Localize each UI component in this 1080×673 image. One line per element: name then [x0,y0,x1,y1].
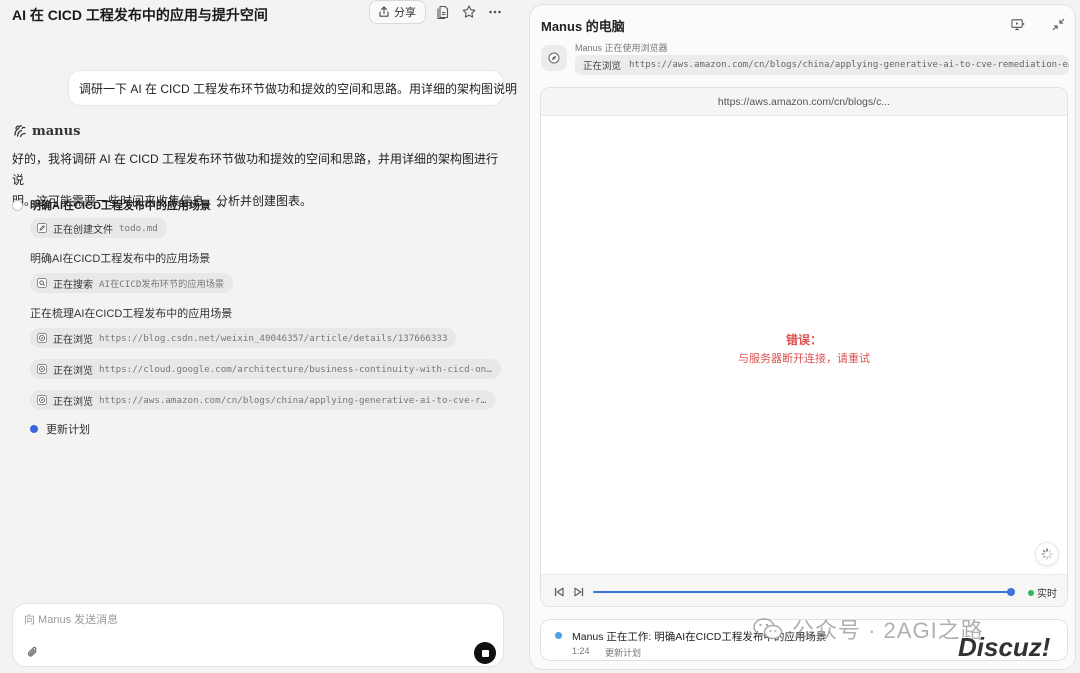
skip-forward-icon[interactable] [573,586,585,598]
playback-controls: 实时 [541,574,1067,606]
compass-icon [37,364,47,374]
star-icon[interactable] [461,4,477,20]
skip-back-icon[interactable] [553,586,565,598]
task-step-header[interactable]: 明确AI在CICD工程发布中的应用场景 [12,198,226,212]
playback-progress [593,591,1011,593]
chip-detail: AI在CICD发布环节的应用场景 [99,279,225,290]
conversation-title: AI 在 CICD 工程发布中的应用与提升空间 [12,7,268,23]
manus-logo-icon [14,125,26,138]
stop-button[interactable] [474,642,496,664]
tool-chip-create-file[interactable]: 正在创建文件 todo.md [30,218,167,238]
live-label: 实时 [1037,589,1057,600]
error-title: 错误： [785,333,822,347]
compass-icon [37,333,47,343]
wechat-watermark: 公众号 · 2AGI之路 [752,613,984,645]
status-time: 1:24 [572,646,590,656]
loading-spinner-icon [1041,548,1053,560]
status-step: 更新计划 [605,648,642,658]
computer-panel: Manus 的电脑 Manus 正在使用浏览器 正在浏览 https://aws… [529,4,1076,670]
chip-action: 正在浏览 [53,365,93,377]
address-bar[interactable]: https://aws.amazon.com/cn/blogs/c... [541,88,1067,116]
browser-badge [541,45,567,71]
share-icon [379,6,389,17]
wechat-watermark-text: 公众号 · 2AGI之路 [792,618,984,643]
chevron-up-icon[interactable] [217,201,226,210]
chat-panel: AI 在 CICD 工程发布中的应用与提升空间 分享 调研一下 AI 在 CIC… [0,0,520,673]
brand-name: manus [32,123,81,139]
share-button[interactable]: 分享 [369,0,426,24]
live-dot [1028,589,1034,596]
status-dot [555,632,562,639]
user-message: 调研一下 AI 在 CICD 工程发布环节做功和提效的空间和思路。用详细的架构图… [68,70,517,106]
browser-usage-label: Manus 正在使用浏览器 [575,43,668,53]
browsing-status: 正在浏览 https://aws.amazon.com/cn/blogs/chi… [575,55,1069,75]
screen-icon[interactable] [1010,17,1025,32]
discuz-watermark: Discuz! [958,632,1051,662]
live-indicator[interactable]: 实时 [1028,585,1057,600]
browser-viewer: https://aws.amazon.com/cn/blogs/c... 错误：… [540,87,1068,607]
message-input[interactable] [24,614,484,626]
step-title: 明确AI在CICD工程发布中的应用场景 [30,200,211,212]
tool-chip-browse[interactable]: 正在浏览 https://cloud.google.com/architectu… [30,359,501,379]
chip-detail: https://blog.csdn.net/weixin_40046357/ar… [99,332,448,344]
chip-detail: todo.md [119,222,158,234]
share-label: 分享 [394,7,416,19]
chip-detail: https://cloud.google.com/architecture/bu… [99,363,492,375]
active-dot [30,425,38,433]
file-edit-icon [37,223,47,233]
more-icon[interactable] [487,4,503,20]
computer-panel-title: Manus 的电脑 [541,19,625,34]
wechat-icon [753,618,783,640]
assistant-brand: manus [12,123,80,139]
browsing-action: 正在浏览 [583,61,622,72]
update-plan-item: 更新计划 [30,421,90,437]
tool-chip-browse[interactable]: 正在浏览 https://blog.csdn.net/weixin_400463… [30,328,457,348]
tool-chip-search[interactable]: 正在搜索 AI在CICD发布环节的应用场景 [30,273,234,293]
tool-chip-browse[interactable]: 正在浏览 https://aws.amazon.com/cn/blogs/chi… [30,390,496,410]
step-note: 正在梳理AI在CICD工程发布中的应用场景 [30,308,233,320]
browsing-url: https://aws.amazon.com/cn/blogs/china/ap… [629,60,1069,70]
paperclip-icon[interactable] [25,644,41,660]
chip-action: 正在浏览 [53,334,93,346]
chip-detail: https://aws.amazon.com/cn/blogs/china/ap… [99,394,487,406]
step-note: 明确AI在CICD工程发布中的应用场景 [30,253,211,265]
search-icon [37,278,47,288]
error-message: 与服务器断开连接，请重试 [738,353,870,365]
playback-handle[interactable] [1006,588,1015,596]
step-status-circle [12,199,23,211]
chip-action: 正在创建文件 [53,224,113,236]
update-plan-label: 更新计划 [46,424,90,436]
assistant-reply-line: 好的，我将调研 AI 在 CICD 工程发布环节做功和提效的空间和思路，并用详细… [12,152,499,187]
compass-icon [37,395,47,405]
collapse-icon[interactable] [1051,17,1066,32]
copy-file-icon[interactable] [435,4,451,20]
chip-action: 正在搜索 [53,279,93,291]
chip-action: 正在浏览 [53,396,93,408]
playback-track[interactable] [593,588,1015,596]
compass-icon [548,52,560,64]
loading-button[interactable] [1035,542,1059,566]
chat-header: AI 在 CICD 工程发布中的应用与提升空间 分享 [12,0,512,26]
message-composer [12,603,504,667]
